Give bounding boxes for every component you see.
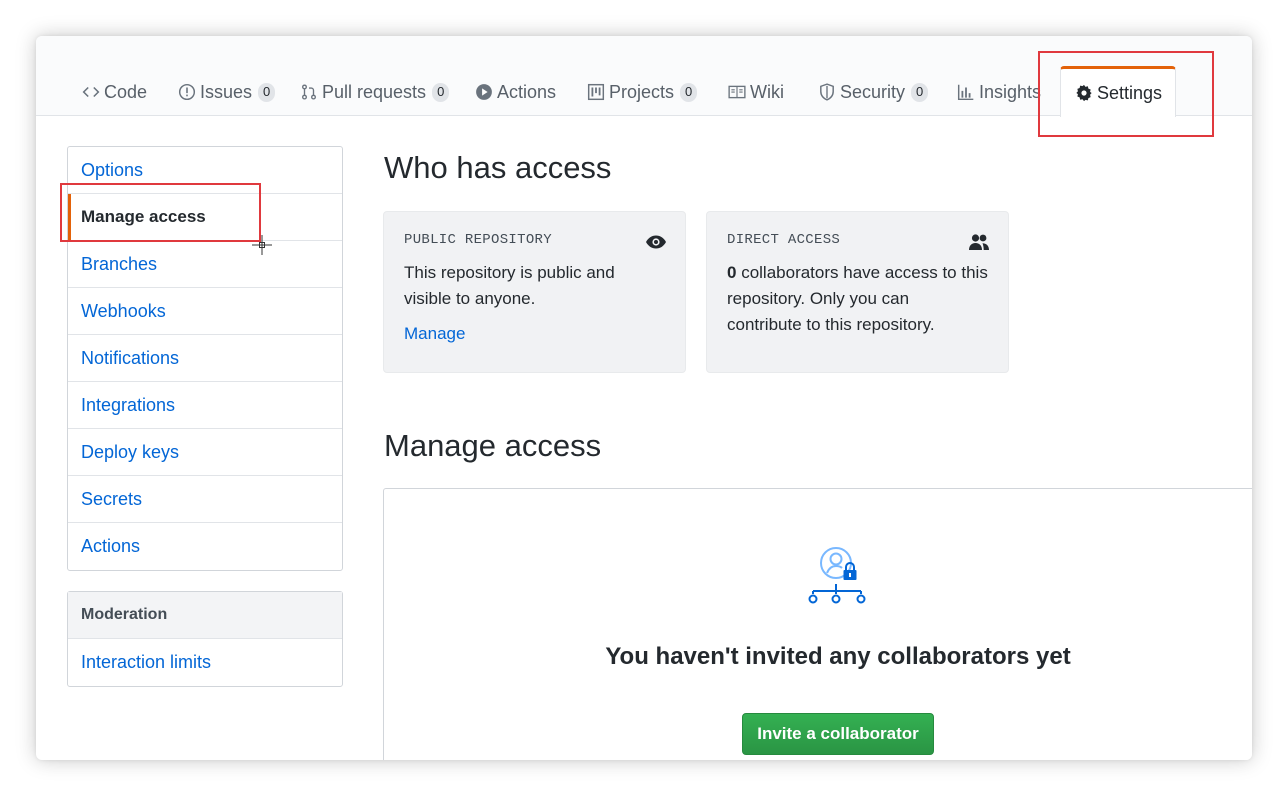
tab-projects[interactable]: Projects 0 [587,78,698,106]
eye-icon [646,235,666,249]
who-has-access-title: Who has access [384,150,612,185]
public-repository-card: PUBLIC REPOSITORY This repository is pub… [383,211,686,373]
sidebar-item-label: Integrations [81,394,176,415]
sidebar-item-interaction-limits[interactable]: Interaction limits [68,639,342,686]
sidebar-item-deploy-keys[interactable]: Deploy keys [68,429,342,476]
sidebar-item-label: Notifications [81,347,180,368]
sidebar-item-label: Interaction limits [81,652,212,672]
collaborators-blankslate: You haven't invited any collaborators ye… [383,488,1252,760]
tab-insights[interactable]: Insights [957,78,1041,106]
sidebar-item-webhooks[interactable]: Webhooks [68,288,342,335]
manage-access-highlight-box [60,183,261,242]
sidebar-item-branches[interactable]: Branches [68,241,342,288]
settings-highlight-box [1038,51,1214,137]
direct-access-card: DIRECT ACCESS 0 collaborators have acces… [706,211,1009,373]
issues-counter: 0 [258,82,276,102]
sidebar-item-integrations[interactable]: Integrations [68,382,342,429]
git-pull-request-icon [302,84,316,100]
manage-access-title: Manage access [384,428,602,463]
tab-label: Code [104,81,148,102]
no-collaborators-heading: You haven't invited any collaborators ye… [605,643,1071,670]
book-icon [728,85,746,99]
direct-access-description: collaborators have access to this reposi… [727,263,988,334]
tab-pull-requests[interactable]: Pull requests 0 [300,78,450,106]
people-icon [969,234,989,250]
tab-code[interactable]: Code [82,78,147,106]
play-icon [476,84,492,100]
public-repository-text: This repository is public and visible to… [404,263,615,308]
security-counter: 0 [911,82,929,102]
tab-label: Insights [979,81,1042,102]
code-icon [82,86,100,98]
sidebar-item-label: Actions [81,536,141,556]
tab-issues[interactable]: Issues 0 [178,78,276,106]
sidebar-item-label: Branches [81,253,158,274]
direct-access-label: DIRECT ACCESS [727,232,841,248]
projects-counter: 0 [680,82,698,102]
tab-label: Pull requests [322,81,427,102]
repo-nav: Code Issues 0 Pull requests 0 Actions Pr… [36,36,1252,137]
tab-label: Projects [609,81,675,102]
moderation-heading: Moderation [68,592,342,639]
tab-label: Wiki [750,81,784,102]
shield-icon [820,83,834,101]
tab-wiki[interactable]: Wiki [728,78,784,106]
project-icon [587,83,605,101]
issue-opened-icon [178,83,196,101]
public-repository-label: PUBLIC REPOSITORY [404,232,552,248]
crosshair-cursor-icon [252,235,272,255]
person-lock-org-icon [808,547,866,604]
graph-icon [957,84,974,101]
browser-frame: Code Issues 0 Pull requests 0 Actions Pr… [36,36,1252,760]
sidebar-item-secrets[interactable]: Secrets [68,476,342,523]
sidebar-item-label: Webhooks [81,300,166,321]
tab-label: Actions [497,81,557,102]
sidebar-item-label: Secrets [81,488,143,509]
tab-security[interactable]: Security 0 [818,78,929,106]
sidebar-item-label: Deploy keys [81,441,180,462]
tab-label: Security [840,81,906,102]
tab-label: Issues [200,81,253,102]
sidebar-item-notifications[interactable]: Notifications [68,335,342,382]
pull-requests-counter: 0 [432,82,450,102]
invite-collaborator-button[interactable]: Invite a collaborator [742,713,934,755]
sidebar-item-label: Options [81,159,144,180]
tab-actions[interactable]: Actions [475,78,556,106]
direct-access-text: 0 collaborators have access to this repo… [727,260,988,338]
moderation-menu: Moderation Interaction limits [67,591,343,687]
manage-visibility-link[interactable]: Manage [404,324,665,344]
sidebar-item-actions[interactable]: Actions [68,523,342,570]
